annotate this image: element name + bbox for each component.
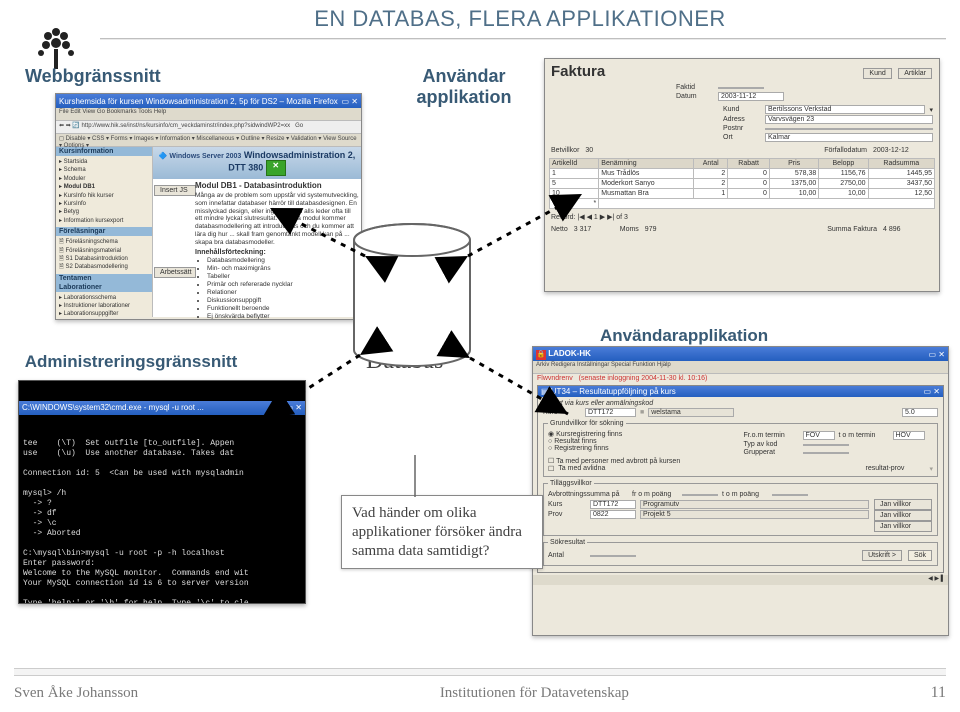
faktura-table: ArtikelId Benämning Antal Rabatt Pris Be… — [549, 158, 935, 209]
window-controls-icon: ▭ ✕ — [286, 403, 302, 413]
callout-pointer-icon — [405, 455, 425, 497]
ladok-window: 🔒 LADOK-HK ▭ ✕ Arkiv Redigera Inställnin… — [532, 346, 949, 636]
database-icon — [350, 222, 474, 368]
window-controls-icon: ▭ ✕ — [342, 97, 358, 106]
callout-text: Vad händer om olika applikationer försök… — [352, 505, 522, 559]
browser-window: Kurshemsida för kursen Windowsadministra… — [55, 93, 362, 320]
browser-menu: File Edit View Go Bookmarks Tools Help — [56, 108, 361, 121]
browser-listhead: Innehållsförteckning: — [195, 249, 359, 256]
terminal-title: C:\WINDOWS\system32\cmd.exe - mysql -u r… — [22, 403, 204, 413]
title-rule — [100, 38, 946, 40]
footer-slide-number: 11 — [931, 684, 946, 702]
callout-box: Vad händer om olika applikationer försök… — [341, 495, 543, 569]
browser-urlbar: ⬅ ➡ 🔄 http://www.hik.se/inst/ns/kursinfo… — [56, 121, 361, 134]
label-userapp: Användar applikation — [404, 66, 524, 108]
browser-bookmarkbar: ◻ Disable ▾ CSS ▾ Forms ▾ Images ▾ Infor… — [56, 134, 361, 147]
window-controls-icon: ▭ ✕ — [924, 387, 940, 396]
ladok-utskrift-button[interactable]: Utskrift > — [862, 550, 902, 561]
window-controls-icon: ▭ ✕ — [929, 350, 945, 359]
arbetssatt-button: Arbetssätt — [154, 267, 196, 278]
browser-intro: Många av de problem som uppstår vid syst… — [195, 192, 359, 247]
terminal-window: C:\WINDOWS\system32\cmd.exe - mysql -u r… — [18, 380, 306, 604]
faktura-window: Faktura Kund Artiklar Faktid Datum2003-1… — [544, 58, 940, 292]
browser-module: Modul DB1 - Databasintroduktion — [195, 181, 359, 190]
footer-institution: Institutionen för Datavetenskap — [440, 685, 629, 702]
footer-author: Sven Åke Johansson — [14, 685, 138, 702]
slide-title: En databas, flera applikationer — [100, 6, 940, 32]
faktura-artiklar-button[interactable]: Artiklar — [898, 68, 932, 79]
ladok-sok-button[interactable]: Sök — [908, 550, 932, 561]
browser-title: Kurshemsida för kursen Windowsadministra… — [59, 97, 338, 106]
faktura-kund-button[interactable]: Kund — [863, 68, 891, 79]
faktura-record-nav[interactable]: Record: |◀ ◀ 1 ▶ ▶| of 3 — [545, 211, 939, 223]
label-web: Webbgränssnitt — [25, 66, 161, 87]
browser-course-heading: Windowsadministration 2, DTT 380 — [228, 150, 355, 172]
tree-logo-icon — [33, 25, 79, 71]
footer-rule — [14, 668, 946, 676]
label-userapp2: Användarapplikation — [600, 326, 768, 346]
ladok-menu: Arkiv Redigera Inställningar Special Fun… — [533, 361, 948, 374]
label-admin: Administreringsgränssnitt — [0, 352, 262, 372]
terminal-body: tee (\T) Set outfile [to_outfile]. Appen… — [19, 435, 305, 604]
faktura-title: Faktura — [551, 63, 605, 80]
